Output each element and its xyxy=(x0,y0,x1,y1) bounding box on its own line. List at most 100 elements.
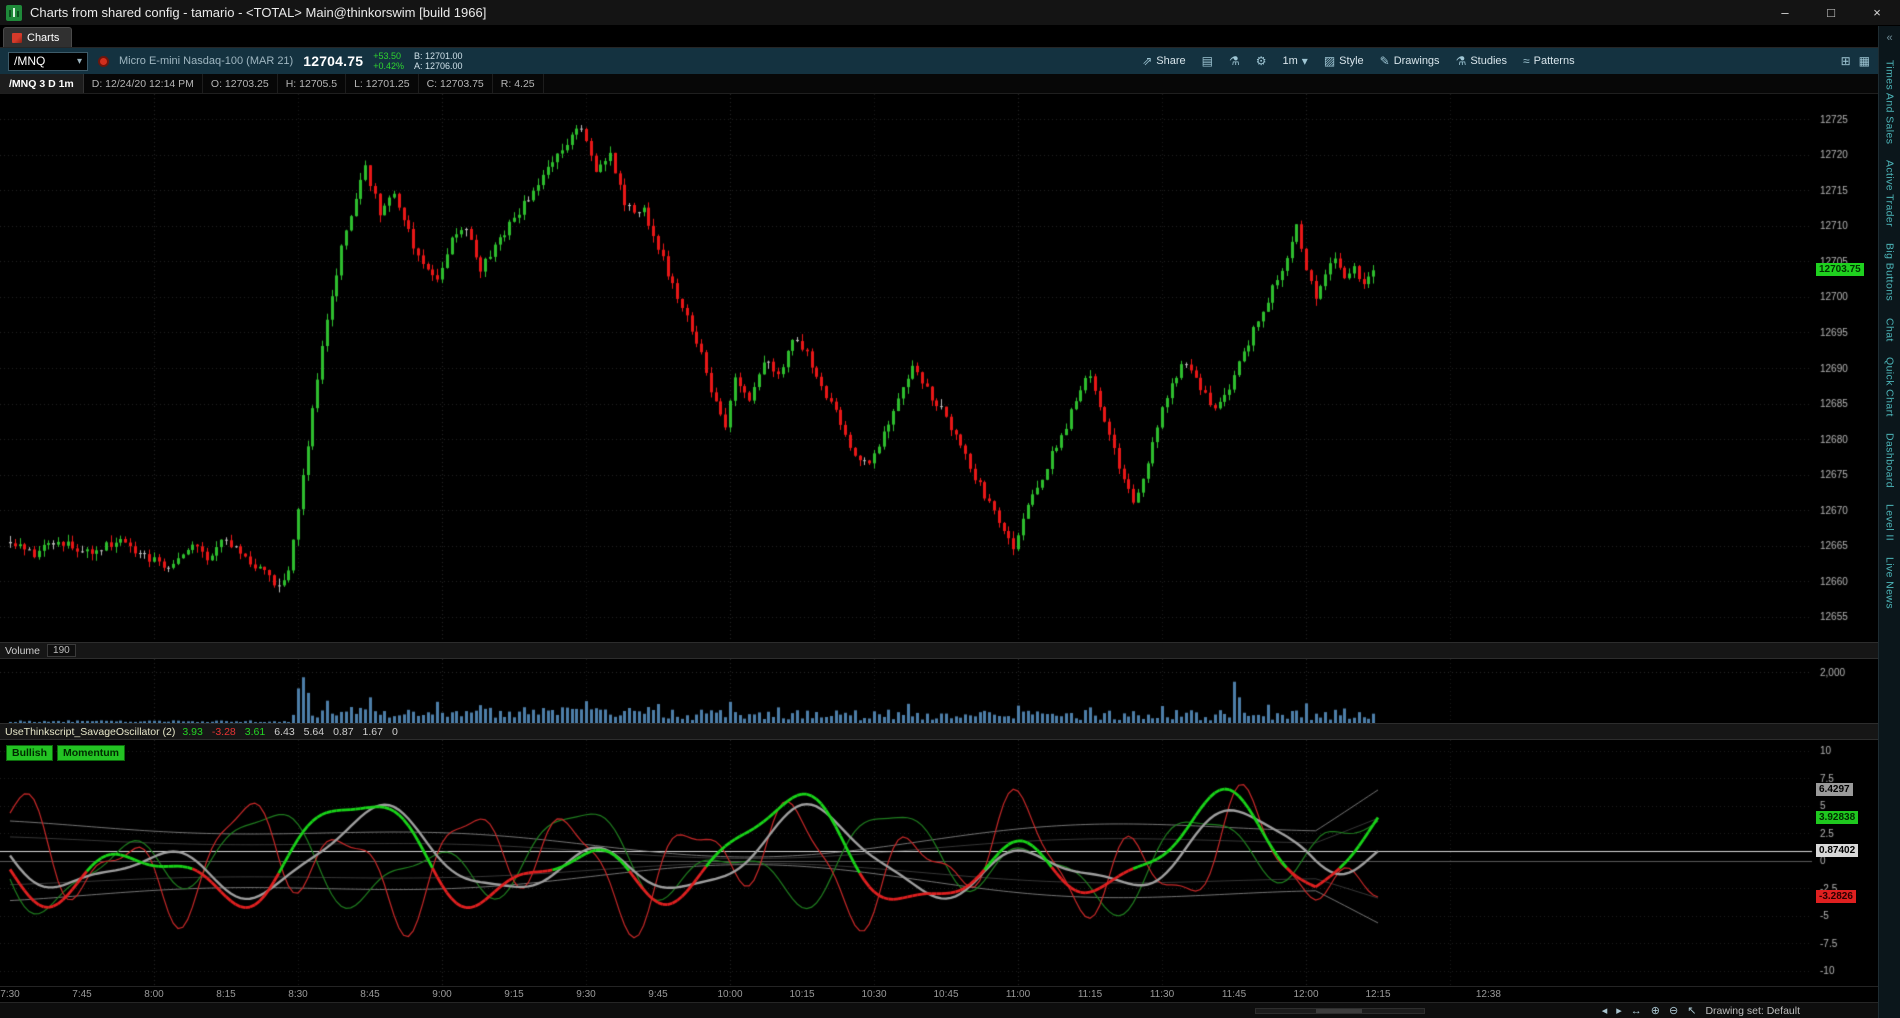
sidebar-gadget-dashboard[interactable]: Dashboard xyxy=(1884,433,1896,488)
volume-current-value: 190 xyxy=(47,644,76,657)
cursor-icon[interactable]: ↖ xyxy=(1687,1004,1696,1017)
oscillator-chart-panel: Bullish Momentum 6.4297 3.92838 0.87402 -3.… xyxy=(0,740,1878,986)
time-tick: 10:15 xyxy=(789,989,814,1000)
time-tick: 8:45 xyxy=(360,989,379,1000)
time-tick: 11:45 xyxy=(1222,989,1246,1000)
oscillator-axis-badge: 6.4297 xyxy=(1816,783,1853,796)
study-name: UseThinkscript_SavageOscillator (2) xyxy=(5,726,175,738)
drawings-button[interactable]: ✎ Drawings xyxy=(1380,54,1440,68)
price-chart-panel: 12703.75 xyxy=(0,94,1878,642)
ask-value: A: 12706.00 xyxy=(414,61,463,71)
time-tick: 12:00 xyxy=(1293,989,1318,1000)
study-values: 3.93-3.283.616.435.640.871.670 xyxy=(182,726,397,738)
sidebar-gadget-big-buttons[interactable]: Big Buttons xyxy=(1884,243,1896,301)
time-tick: 9:45 xyxy=(648,989,667,1000)
study-value: 0.87 xyxy=(333,726,353,738)
window-title: Charts from shared config - tamario - <T… xyxy=(30,5,486,20)
thinkorswim-app-icon xyxy=(6,5,22,21)
symbol-input[interactable]: /MNQ ▾ xyxy=(8,52,88,71)
patterns-icon: ≈ xyxy=(1523,54,1530,68)
momentum-badge: Momentum xyxy=(57,745,125,761)
volume-label: Volume xyxy=(5,645,40,657)
record-icon[interactable] xyxy=(98,56,109,67)
oscillator-axis-badge: 3.92838 xyxy=(1816,811,1858,824)
status-bar: ◂ ▸ ↔ ⊕ ⊖ ↖ Drawing set: Default xyxy=(0,1002,1878,1018)
volume-panel-header[interactable]: Volume 190 xyxy=(0,642,1878,659)
tab-charts[interactable]: Charts xyxy=(3,27,72,47)
time-tick: 11:00 xyxy=(1006,989,1030,1000)
price-change: +53.50 xyxy=(373,51,404,61)
study-value: 5.64 xyxy=(304,726,324,738)
time-tick: 7:30 xyxy=(0,989,19,1000)
bar-close: C: 12703.75 xyxy=(419,74,493,93)
sidebar-gadget-live-news[interactable]: Live News xyxy=(1884,557,1896,609)
oscillator-panel-header[interactable]: UseThinkscript_SavageOscillator (2) 3.93… xyxy=(0,723,1878,740)
chevron-down-icon: ▾ xyxy=(1302,54,1308,68)
sidebar-gadget-times-and-sales[interactable]: Times And Sales xyxy=(1884,60,1896,144)
sidebar-gadget-quick-chart[interactable]: Quick Chart xyxy=(1884,357,1896,417)
h-scrollbar-thumb[interactable] xyxy=(1316,1009,1362,1013)
symbol-description: Micro E-mini Nasdaq-100 (MAR 21) xyxy=(119,55,293,67)
settings-gear-icon[interactable]: ⚙ xyxy=(1256,54,1267,68)
scroll-right-icon[interactable]: ▸ xyxy=(1616,1004,1622,1017)
pan-icon[interactable]: ↔ xyxy=(1631,1005,1642,1017)
zoom-in-icon[interactable]: ⊕ xyxy=(1651,1004,1660,1017)
time-tick: 10:30 xyxy=(861,989,886,1000)
maximize-chart-icon[interactable]: ▦ xyxy=(1859,54,1870,68)
tab-strip: Charts xyxy=(0,26,1878,48)
sidebar-gadget-level-ii[interactable]: Level II xyxy=(1884,504,1896,541)
volume-chart-canvas[interactable] xyxy=(0,659,1878,723)
charts-tab-icon xyxy=(12,33,22,43)
time-tick: 8:15 xyxy=(216,989,235,1000)
bar-datetime: D: 12/24/20 12:14 PM xyxy=(84,74,203,93)
drawing-set-selector[interactable]: Drawing set: Default xyxy=(1705,1005,1800,1017)
maximize-button[interactable]: □ xyxy=(1808,0,1854,25)
study-value: 3.61 xyxy=(245,726,265,738)
studies-flask-icon: ⚗ xyxy=(1456,54,1467,68)
export-icon[interactable]: ▤ xyxy=(1202,54,1213,68)
time-tick: 11:30 xyxy=(1150,989,1174,1000)
patterns-button[interactable]: ≈ Patterns xyxy=(1523,54,1575,68)
layout-grid-icon[interactable]: ⊞ xyxy=(1841,54,1851,68)
bar-high: H: 12705.5 xyxy=(278,74,346,93)
drawings-pencil-icon: ✎ xyxy=(1380,54,1390,68)
scroll-left-icon[interactable]: ◂ xyxy=(1602,1004,1608,1017)
time-tick: 8:00 xyxy=(144,989,163,1000)
price-chart-canvas[interactable] xyxy=(0,94,1878,642)
chart-symbol-info: /MNQ 3 D 1m xyxy=(0,74,84,93)
sidebar-gadget-chat[interactable]: Chat xyxy=(1884,318,1896,342)
study-value: -3.28 xyxy=(212,726,236,738)
time-tick: 10:45 xyxy=(933,989,958,1000)
chevron-down-icon: ▾ xyxy=(77,56,82,67)
time-tick: 10:00 xyxy=(717,989,742,1000)
study-value: 1.67 xyxy=(363,726,383,738)
title-bar: Charts from shared config - tamario - <T… xyxy=(0,0,1900,26)
collapse-sidebar-icon[interactable]: « xyxy=(1886,32,1892,44)
ohlc-info-bar: /MNQ 3 D 1m D: 12/24/20 12:14 PM O: 1270… xyxy=(0,74,1878,94)
sidebar-gadget-active-trader[interactable]: Active Trader xyxy=(1884,160,1896,227)
studies-button[interactable]: ⚗ Studies xyxy=(1456,54,1507,68)
analyze-icon[interactable]: ⚗ xyxy=(1229,54,1240,68)
study-value: 3.93 xyxy=(182,726,202,738)
charts-tab-label: Charts xyxy=(27,32,59,44)
zoom-out-icon[interactable]: ⊖ xyxy=(1669,1004,1678,1017)
symbol-text: /MNQ xyxy=(14,54,45,68)
h-scrollbar[interactable] xyxy=(1255,1008,1425,1014)
last-price-axis-badge: 12703.75 xyxy=(1816,263,1864,276)
timeframe-button[interactable]: 1m ▾ xyxy=(1283,54,1308,68)
style-icon: ▨ xyxy=(1324,54,1335,68)
volume-chart-panel xyxy=(0,659,1878,723)
style-button[interactable]: ▨ Style xyxy=(1324,54,1364,68)
bullish-badge: Bullish xyxy=(6,745,53,761)
minimize-button[interactable]: – xyxy=(1762,0,1808,25)
close-button[interactable]: × xyxy=(1854,0,1900,25)
oscillator-axis-badge: -3.2826 xyxy=(1816,890,1856,903)
share-button[interactable]: ⇗ Share xyxy=(1142,54,1185,68)
oscillator-axis-badge: 0.87402 xyxy=(1816,844,1858,857)
study-value: 6.43 xyxy=(274,726,294,738)
time-axis[interactable]: 7:307:458:008:158:308:459:009:159:309:45… xyxy=(0,986,1878,1002)
bar-open: O: 12703.25 xyxy=(203,74,278,93)
time-tick: 9:15 xyxy=(504,989,523,1000)
bid-value: B: 12701.00 xyxy=(414,51,463,61)
oscillator-chart-canvas[interactable] xyxy=(0,740,1878,986)
